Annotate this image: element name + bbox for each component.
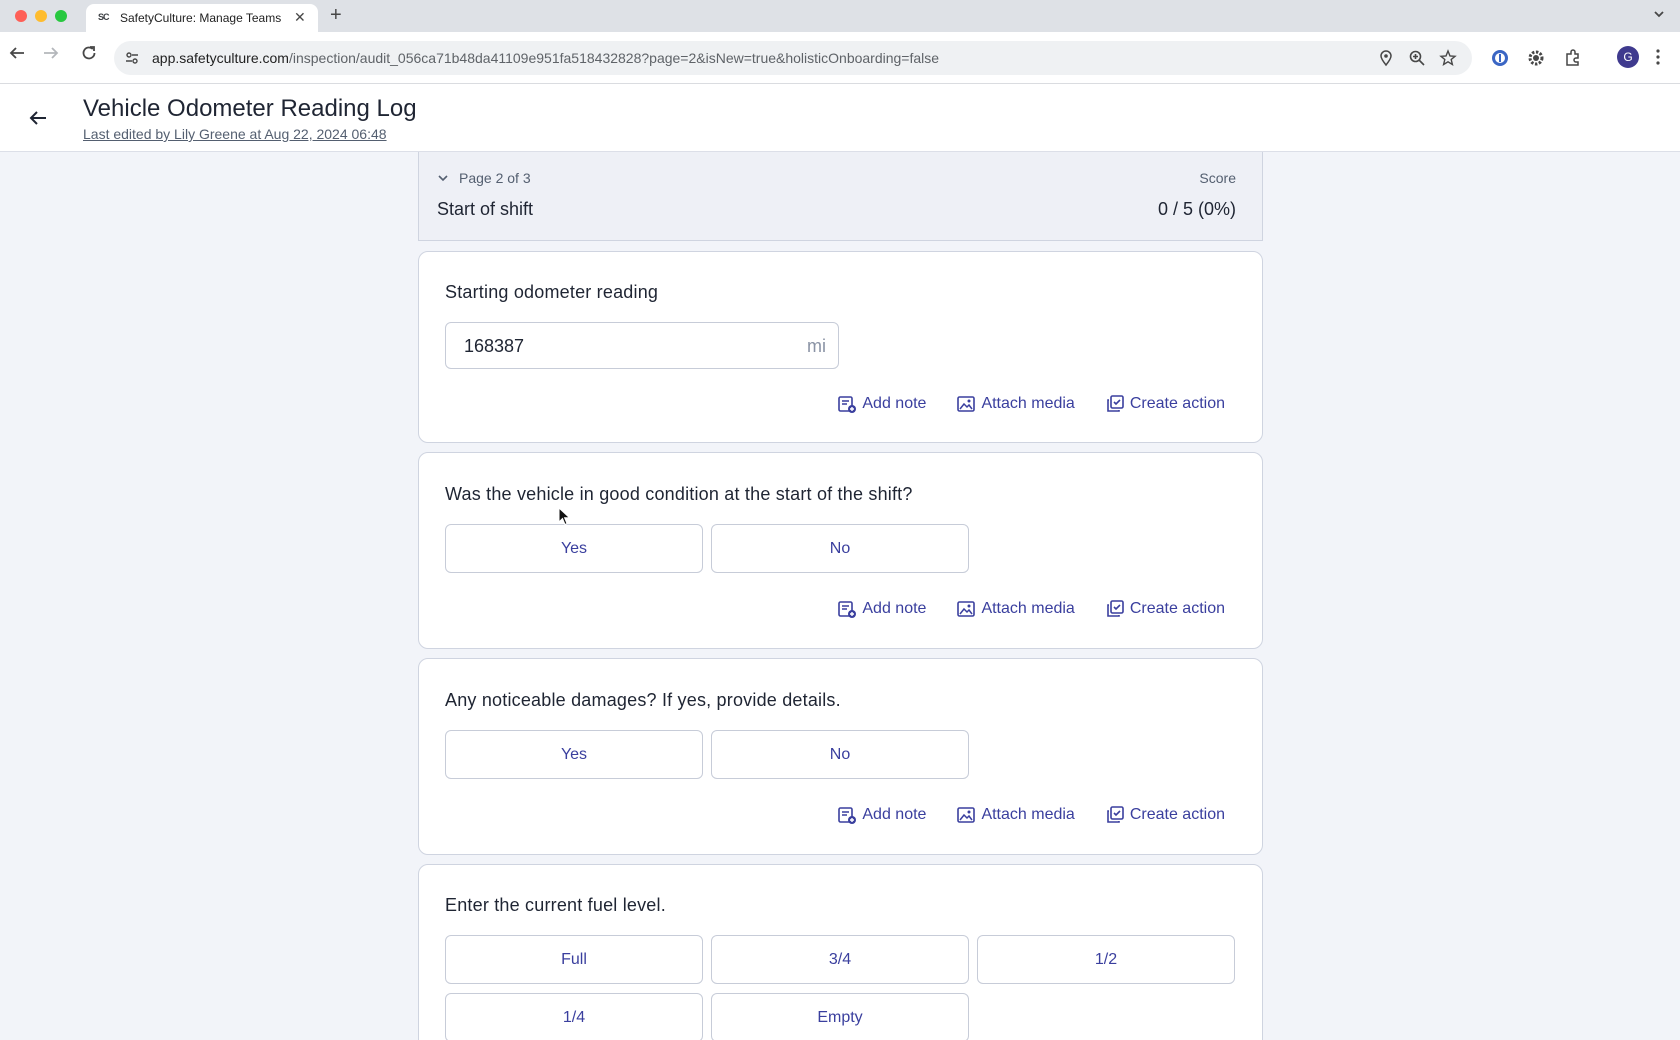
question-actions: Add note Attach media Create action bbox=[837, 393, 1225, 415]
image-icon bbox=[957, 601, 976, 617]
attach-media-button[interactable]: Attach media bbox=[956, 804, 1075, 826]
add-note-button[interactable]: Add note bbox=[837, 598, 926, 620]
new-tab-icon[interactable]: + bbox=[330, 4, 342, 27]
add-note-button[interactable]: Add note bbox=[837, 393, 926, 415]
question-card-damages: Any noticeable damages? If yes, provide … bbox=[418, 658, 1263, 855]
inspection-header: Vehicle Odometer Reading Log Last edited… bbox=[0, 84, 1680, 152]
minimize-window-button[interactable] bbox=[35, 10, 47, 22]
chevron-down-icon[interactable] bbox=[437, 172, 449, 184]
option-yes-button[interactable]: Yes bbox=[445, 730, 703, 779]
option-full-button[interactable]: Full bbox=[445, 935, 703, 984]
create-action-button[interactable]: Create action bbox=[1105, 804, 1225, 826]
password-manager-extension-icon[interactable] bbox=[1490, 48, 1510, 68]
create-action-button[interactable]: Create action bbox=[1105, 598, 1225, 620]
odometer-value: 168387 bbox=[464, 336, 525, 356]
profile-avatar[interactable]: G bbox=[1617, 46, 1639, 68]
maximize-window-button[interactable] bbox=[55, 10, 67, 22]
option-quarter-button[interactable]: 1/4 bbox=[445, 993, 703, 1040]
back-icon[interactable] bbox=[6, 42, 28, 64]
question-text: Was the vehicle in good condition at the… bbox=[445, 484, 913, 504]
question-text: Enter the current fuel level. bbox=[445, 895, 666, 915]
mouse-cursor-icon bbox=[558, 507, 571, 526]
score-label: Score bbox=[1199, 170, 1236, 186]
location-pin-icon[interactable] bbox=[1377, 49, 1395, 67]
page-section-header[interactable]: Page 2 of 3 Score Start of shift 0 / 5 (… bbox=[418, 152, 1263, 241]
option-half-button[interactable]: 1/2 bbox=[977, 935, 1235, 984]
url-text: app.safetyculture.com/inspection/audit_0… bbox=[152, 50, 940, 66]
option-yes-button[interactable]: Yes bbox=[445, 524, 703, 573]
tab-search-chevron-icon[interactable] bbox=[1652, 7, 1666, 21]
reload-icon[interactable] bbox=[78, 42, 100, 64]
add-note-button[interactable]: Add note bbox=[837, 804, 926, 826]
add-note-icon bbox=[838, 601, 857, 618]
option-empty-button[interactable]: Empty bbox=[711, 993, 969, 1040]
browser-toolbar: app.safetyculture.com/inspection/audit_0… bbox=[0, 32, 1680, 84]
browser-menu-icon[interactable] bbox=[1656, 49, 1660, 65]
bookmark-star-icon[interactable] bbox=[1439, 49, 1457, 67]
close-tab-icon[interactable]: ✕ bbox=[294, 9, 306, 26]
question-card-vehicle-condition: Was the vehicle in good condition at the… bbox=[418, 452, 1263, 649]
image-icon bbox=[957, 807, 976, 823]
browser-tab-strip: SC SafetyCulture: Manage Teams ✕ + bbox=[0, 0, 1680, 32]
attach-media-button[interactable]: Attach media bbox=[956, 598, 1075, 620]
create-action-icon bbox=[1107, 395, 1124, 412]
question-actions: Add note Attach media Create action bbox=[837, 598, 1225, 620]
create-action-button[interactable]: Create action bbox=[1105, 393, 1225, 415]
add-note-icon bbox=[838, 396, 857, 413]
site-settings-icon[interactable] bbox=[124, 50, 140, 66]
tab-title: SafetyCulture: Manage Teams bbox=[120, 11, 282, 25]
close-window-button[interactable] bbox=[15, 10, 27, 22]
score-value: 0 / 5 (0%) bbox=[1157, 199, 1236, 219]
create-action-icon bbox=[1107, 806, 1124, 823]
section-title: Start of shift bbox=[437, 199, 534, 219]
question-actions: Add note Attach media Create action bbox=[837, 804, 1225, 826]
browser-tab[interactable]: SC SafetyCulture: Manage Teams ✕ bbox=[86, 4, 318, 32]
page-indicator: Page 2 of 3 bbox=[459, 170, 531, 186]
last-edited-link[interactable]: Last edited by Lily Greene at Aug 22, 20… bbox=[83, 126, 387, 142]
question-card-odometer: Starting odometer reading 168387 mi Add … bbox=[418, 251, 1263, 443]
address-bar[interactable]: app.safetyculture.com/inspection/audit_0… bbox=[114, 41, 1472, 75]
image-icon bbox=[957, 396, 976, 412]
option-no-button[interactable]: No bbox=[711, 730, 969, 779]
safetyculture-favicon-icon: SC bbox=[98, 12, 109, 22]
zoom-icon[interactable] bbox=[1408, 49, 1426, 67]
back-arrow-icon[interactable] bbox=[26, 106, 50, 130]
odometer-input[interactable]: 168387 mi bbox=[445, 322, 839, 369]
question-card-fuel-level: Enter the current fuel level. Full 3/4 1… bbox=[418, 864, 1263, 1040]
page-title: Vehicle Odometer Reading Log bbox=[83, 95, 417, 122]
extension-gear-icon[interactable] bbox=[1526, 48, 1546, 68]
question-text: Any noticeable damages? If yes, provide … bbox=[445, 690, 841, 710]
extensions-puzzle-icon[interactable] bbox=[1563, 48, 1583, 68]
create-action-icon bbox=[1107, 600, 1124, 617]
option-no-button[interactable]: No bbox=[711, 524, 969, 573]
forward-icon[interactable] bbox=[40, 42, 62, 64]
option-three-quarters-button[interactable]: 3/4 bbox=[711, 935, 969, 984]
add-note-icon bbox=[838, 807, 857, 824]
attach-media-button[interactable]: Attach media bbox=[956, 393, 1075, 415]
question-text: Starting odometer reading bbox=[445, 282, 659, 302]
unit-label: mi bbox=[807, 336, 826, 356]
